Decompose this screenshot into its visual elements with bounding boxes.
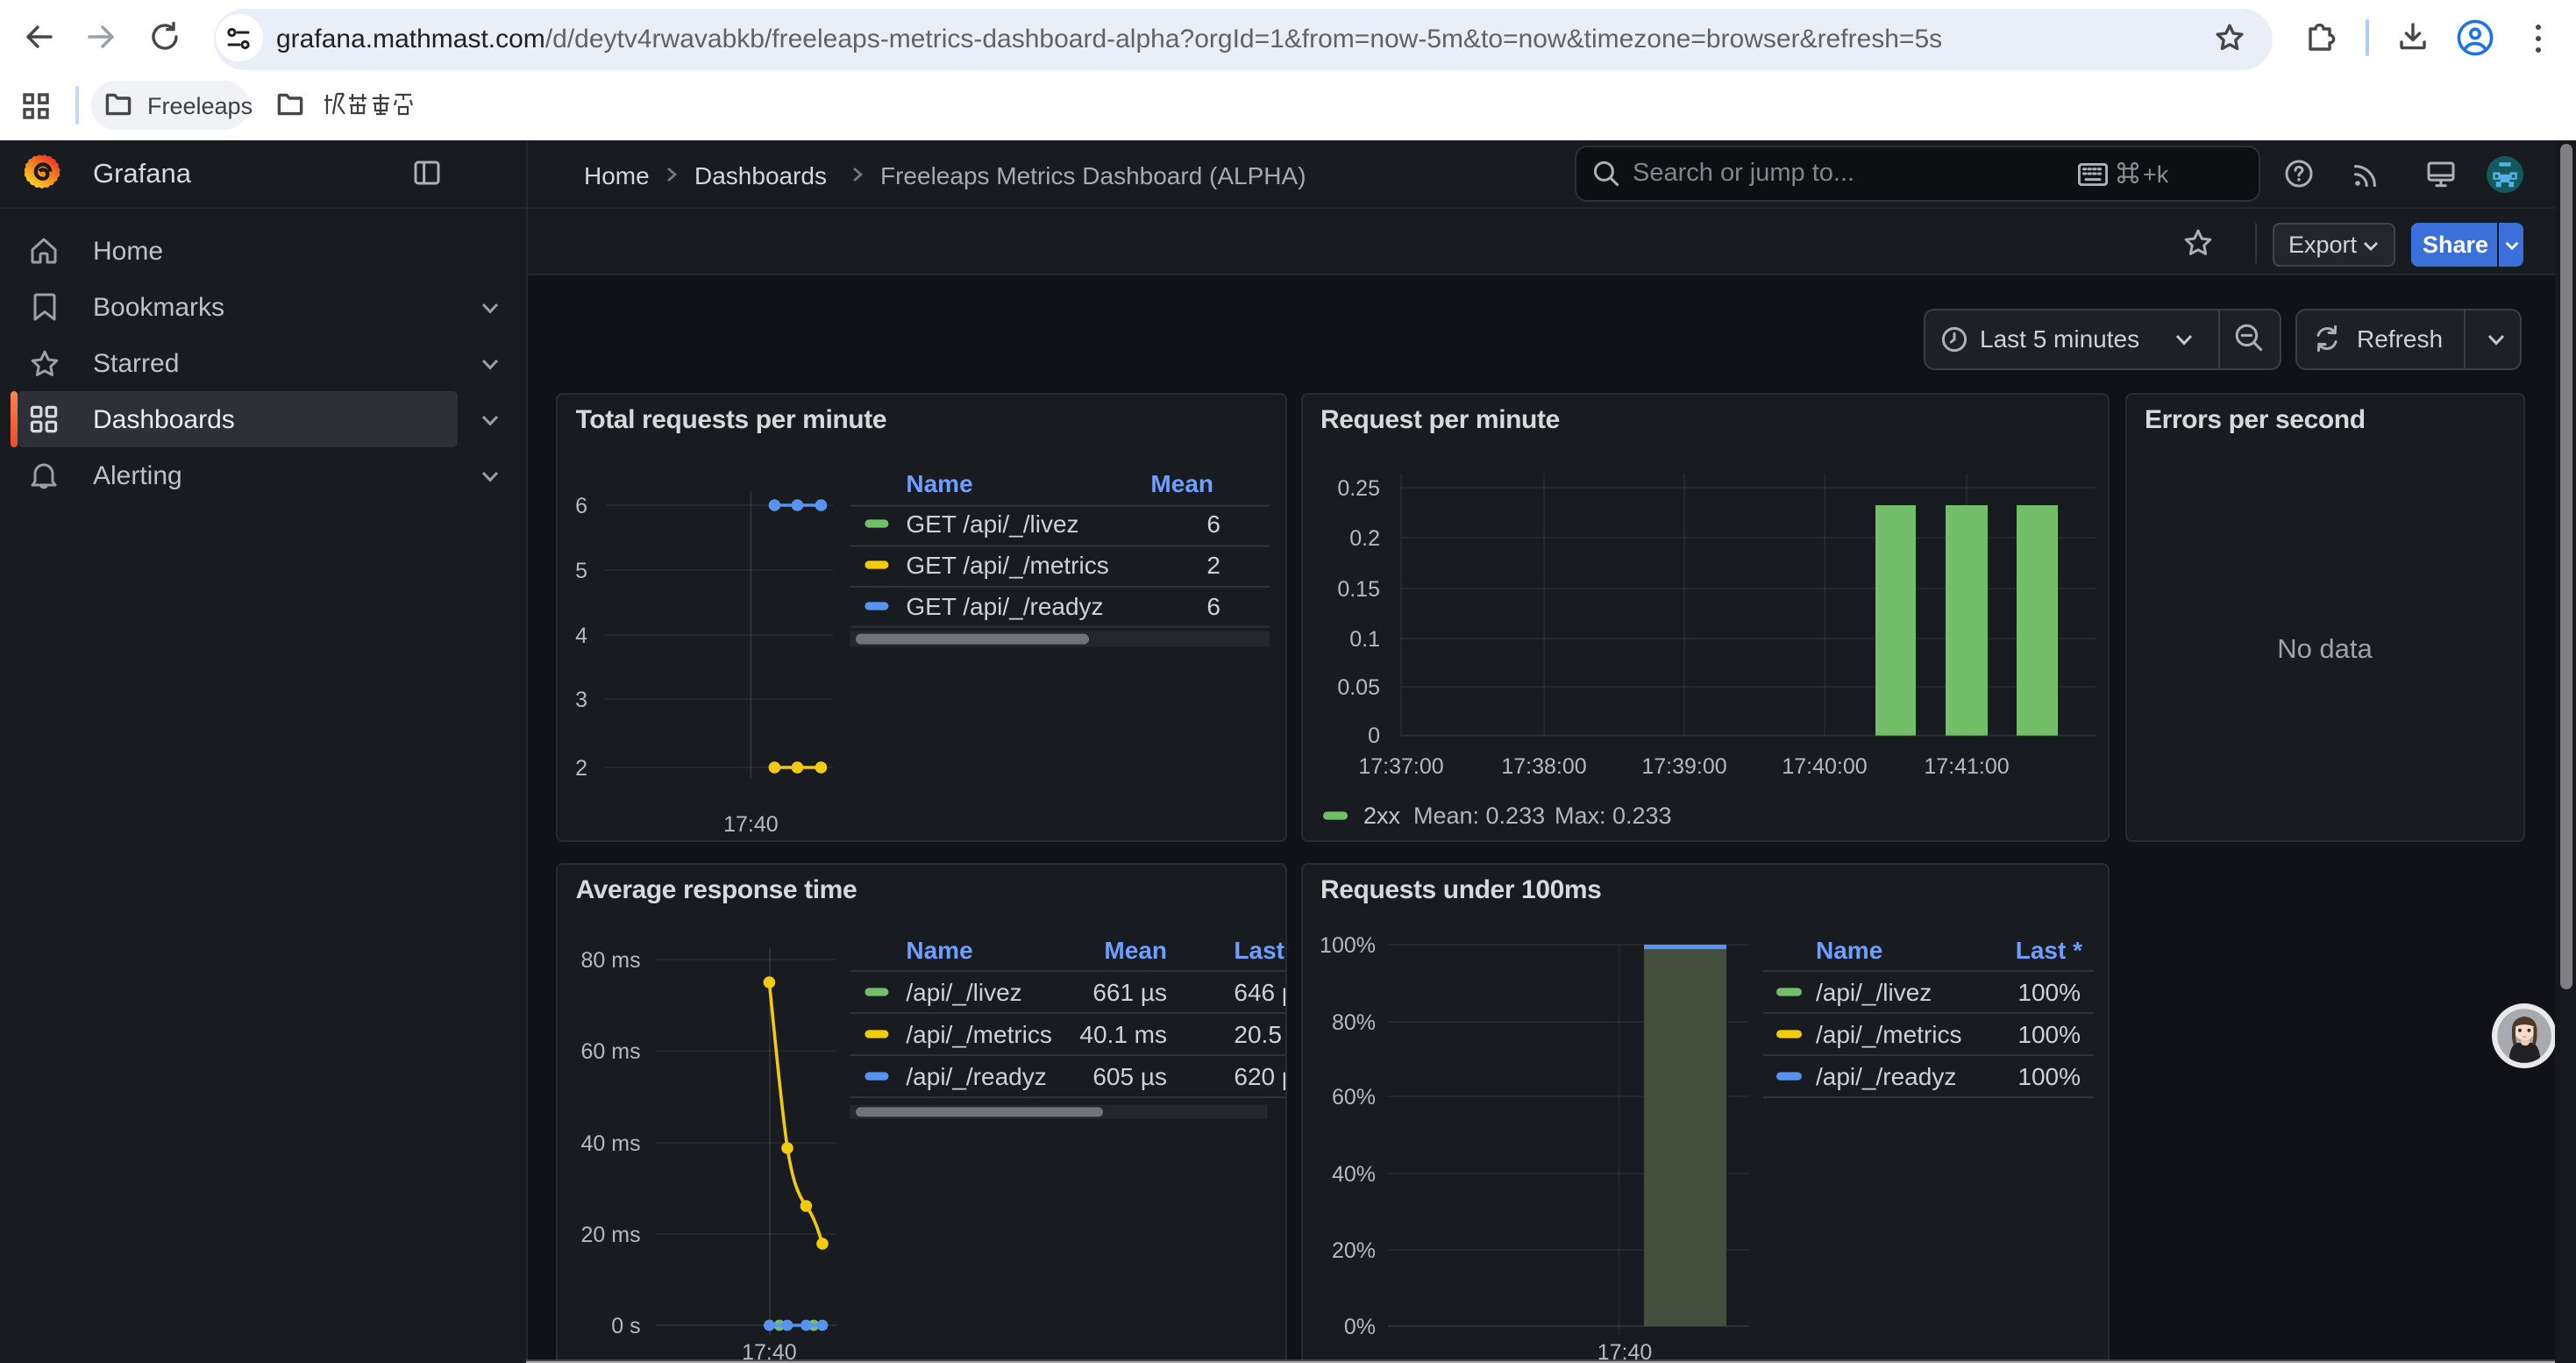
svg-text:GET /api/_/readyz: GET /api/_/readyz <box>906 592 1103 619</box>
svg-text:/api/_/livez: /api/_/livez <box>1815 978 1931 1005</box>
svg-text:0%: 0% <box>1343 1314 1375 1338</box>
svg-text:/api/_/readyz: /api/_/readyz <box>1815 1062 1955 1089</box>
svg-text:6: 6 <box>575 493 587 517</box>
svg-text:4: 4 <box>575 623 587 647</box>
svg-text:17:39:00: 17:39:00 <box>1640 753 1726 778</box>
svg-text:17:38:00: 17:38:00 <box>1500 753 1585 778</box>
svg-text:40%: 40% <box>1331 1161 1375 1186</box>
svg-text:60%: 60% <box>1331 1084 1375 1109</box>
svg-text:20.5 ms: 20.5 ms <box>1234 1020 1287 1047</box>
svg-text:/api/_/metrics: /api/_/metrics <box>906 1020 1052 1047</box>
svg-text:3: 3 <box>575 687 587 711</box>
svg-text:Last *: Last * <box>1234 936 1287 963</box>
svg-text:Name: Name <box>906 936 972 963</box>
svg-text:5: 5 <box>575 558 587 582</box>
svg-text:661 µs: 661 µs <box>1092 978 1167 1005</box>
svg-text:Max: 0.233: Max: 0.233 <box>1554 802 1671 828</box>
svg-text:0.2: 0.2 <box>1348 525 1379 550</box>
svg-text:Mean: Mean <box>1104 936 1167 963</box>
svg-text:Last *: Last * <box>2015 936 2081 963</box>
svg-text:20 ms: 20 ms <box>580 1222 640 1246</box>
svg-text:17:40:00: 17:40:00 <box>1781 753 1866 778</box>
svg-text:100%: 100% <box>2017 1062 2080 1089</box>
svg-text:0: 0 <box>1367 723 1379 747</box>
svg-text:2: 2 <box>1206 551 1220 578</box>
svg-text:0.1: 0.1 <box>1348 626 1379 651</box>
svg-text:/api/_/readyz: /api/_/readyz <box>906 1062 1046 1089</box>
svg-text:Name: Name <box>1815 936 1882 963</box>
svg-text:Name: Name <box>906 469 972 496</box>
svg-text:620 µs: 620 µs <box>1234 1062 1287 1089</box>
svg-text:100%: 100% <box>2017 1020 2080 1047</box>
svg-text:0.25: 0.25 <box>1336 475 1379 500</box>
svg-text:/api/_/metrics: /api/_/metrics <box>1815 1020 1961 1047</box>
svg-text:0.05: 0.05 <box>1336 674 1379 699</box>
svg-text:0.15: 0.15 <box>1336 576 1379 601</box>
svg-text:100%: 100% <box>2017 978 2080 1005</box>
svg-text:6: 6 <box>1206 592 1220 619</box>
svg-text:60 ms: 60 ms <box>580 1038 640 1063</box>
svg-text:100%: 100% <box>1319 932 1375 957</box>
svg-text:GET /api/_/livez: GET /api/_/livez <box>906 510 1078 537</box>
svg-text:GET /api/_/metrics: GET /api/_/metrics <box>906 551 1108 578</box>
svg-text:2xx: 2xx <box>1363 802 1400 828</box>
svg-text:17:40: 17:40 <box>723 811 779 836</box>
svg-text:80 ms: 80 ms <box>580 947 640 972</box>
svg-text:6: 6 <box>1206 510 1220 537</box>
svg-text:0 s: 0 s <box>611 1313 640 1338</box>
svg-text:646 µs: 646 µs <box>1234 978 1287 1005</box>
svg-text:Mean: 0.233: Mean: 0.233 <box>1413 802 1544 828</box>
svg-text:17:41:00: 17:41:00 <box>1923 753 2008 778</box>
svg-text:17:37:00: 17:37:00 <box>1357 753 1442 778</box>
svg-text:40 ms: 40 ms <box>580 1131 640 1155</box>
svg-text:2: 2 <box>575 755 587 780</box>
svg-text:Mean: Mean <box>1150 469 1213 496</box>
svg-text:80%: 80% <box>1331 1010 1375 1034</box>
svg-text:20%: 20% <box>1331 1238 1375 1262</box>
svg-text:40.1 ms: 40.1 ms <box>1079 1020 1167 1047</box>
svg-text:/api/_/livez: /api/_/livez <box>906 978 1021 1005</box>
svg-text:605 µs: 605 µs <box>1092 1062 1167 1089</box>
